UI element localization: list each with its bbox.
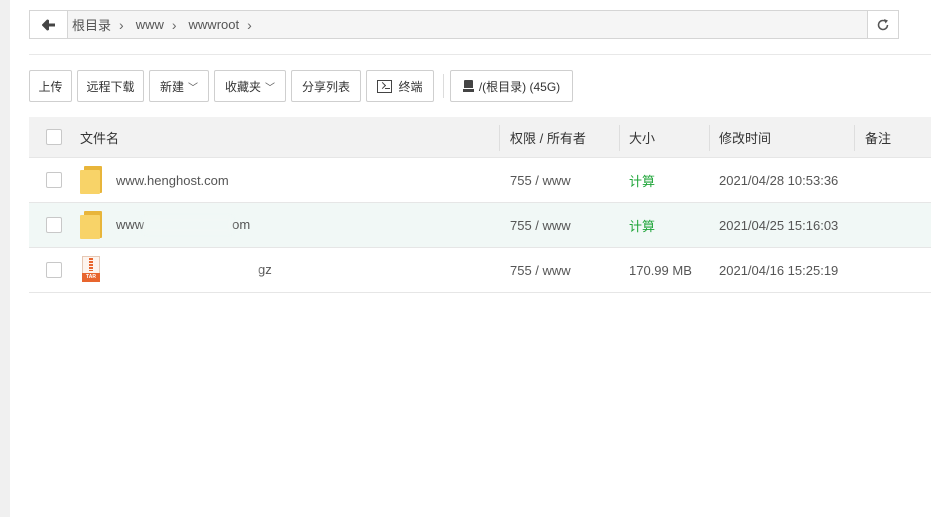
file-mtime: 2021/04/28 10:53:36	[719, 172, 839, 188]
breadcrumb-item-www[interactable]: www ›	[136, 17, 189, 33]
select-all-checkbox[interactable]	[46, 129, 62, 145]
file-size: 170.99 MB	[629, 262, 692, 278]
file-perm[interactable]: 755 / www	[500, 173, 620, 188]
column-divider	[709, 125, 710, 151]
chevron-right-icon: ›	[119, 16, 124, 33]
redacted-text	[116, 262, 258, 279]
upload-button[interactable]: 上传	[29, 70, 72, 102]
archive-icon-label: TAR	[82, 273, 100, 282]
breadcrumb-label: www	[135, 17, 164, 32]
upload-label: 上传	[38, 79, 63, 94]
header-name[interactable]: 文件名	[79, 128, 500, 147]
file-size-calc[interactable]: 计算	[620, 171, 710, 190]
header-note: 备注	[865, 130, 892, 146]
chevron-down-icon: ﹀	[265, 82, 276, 94]
table-row[interactable]: TAR gz 755 / www 170.99 MB 2021/04/16 15…	[29, 248, 931, 293]
header-perm[interactable]: 权限 / 所有者	[500, 128, 620, 147]
file-name-suffix: om	[232, 216, 251, 232]
toolbar-separator	[443, 74, 444, 98]
file-table: 文件名 权限 / 所有者 大小 修改时间 备注 www.henghost.com…	[29, 117, 931, 293]
row-checkbox[interactable]	[46, 217, 62, 233]
favorites-dropdown-button[interactable]: 收藏夹 ﹀	[214, 70, 286, 102]
table-header: 文件名 权限 / 所有者 大小 修改时间 备注	[29, 117, 931, 158]
file-name-prefix: www	[116, 216, 145, 232]
file-perm[interactable]: 755 / www	[500, 218, 620, 233]
folder-icon	[80, 211, 104, 239]
file-size-calc[interactable]: 计算	[620, 216, 710, 235]
row-checkbox[interactable]	[46, 172, 62, 188]
column-divider	[854, 125, 855, 151]
chevron-right-icon: ›	[171, 16, 177, 33]
disk-button[interactable]: /(根目录) (45G)	[450, 70, 573, 102]
path-bar: 根目录 › www › wwwroot ›	[29, 10, 899, 39]
header-divider	[29, 54, 931, 55]
remote-download-button[interactable]: 远程下载	[77, 70, 144, 102]
breadcrumb: 根目录 › www › wwwroot ›	[68, 10, 868, 39]
file-mtime: 2021/04/25 15:16:03	[719, 217, 839, 233]
new-label: 新建	[160, 79, 185, 94]
breadcrumb-item-root[interactable]: 根目录 ›	[72, 15, 136, 34]
file-name-suffix: gz	[258, 261, 272, 277]
share-list-button[interactable]: 分享列表	[291, 70, 361, 102]
table-row[interactable]: www om 755 / www 计算 2021/04/25 15:16:03	[29, 203, 931, 248]
chevron-down-icon: ﹀	[188, 82, 199, 94]
breadcrumb-label: wwwroot	[188, 17, 240, 32]
disk-label: /(根目录) (45G)	[478, 79, 561, 94]
disk-icon	[462, 80, 474, 92]
file-name[interactable]: www om	[116, 217, 250, 234]
chevron-right-icon: ›	[247, 16, 252, 33]
header-mtime[interactable]: 修改时间	[710, 128, 855, 147]
file-name[interactable]: gz	[116, 262, 272, 279]
table-row[interactable]: www.henghost.com 755 / www 计算 2021/04/28…	[29, 158, 931, 203]
breadcrumb-item-wwwroot[interactable]: wwwroot ›	[189, 17, 264, 33]
terminal-button[interactable]: 终端	[366, 70, 434, 102]
folder-icon	[80, 166, 104, 194]
redacted-text	[144, 217, 233, 234]
refresh-button[interactable]	[868, 10, 899, 39]
toolbar: 上传 远程下载 新建 ﹀ 收藏夹 ﹀ 分享列表 终端 /(根目录) (45G)	[29, 70, 578, 102]
share-list-label: 分享列表	[302, 79, 351, 94]
refresh-icon	[877, 18, 889, 30]
row-checkbox[interactable]	[46, 262, 62, 278]
terminal-icon	[377, 79, 393, 93]
terminal-label: 终端	[398, 79, 423, 94]
remote-download-label: 远程下载	[86, 79, 135, 94]
new-dropdown-button[interactable]: 新建 ﹀	[149, 70, 209, 102]
archive-file-icon: TAR	[80, 256, 104, 284]
column-divider	[499, 125, 500, 151]
back-button[interactable]	[29, 10, 68, 39]
column-divider	[619, 125, 620, 151]
arrow-left-icon	[41, 18, 55, 31]
file-name[interactable]: www.henghost.com	[116, 173, 229, 188]
file-mtime: 2021/04/16 15:25:19	[719, 262, 839, 278]
file-perm[interactable]: 755 / www	[500, 263, 620, 278]
breadcrumb-label: 根目录	[72, 18, 112, 33]
header-size[interactable]: 大小	[620, 128, 710, 147]
favorites-label: 收藏夹	[225, 79, 262, 94]
